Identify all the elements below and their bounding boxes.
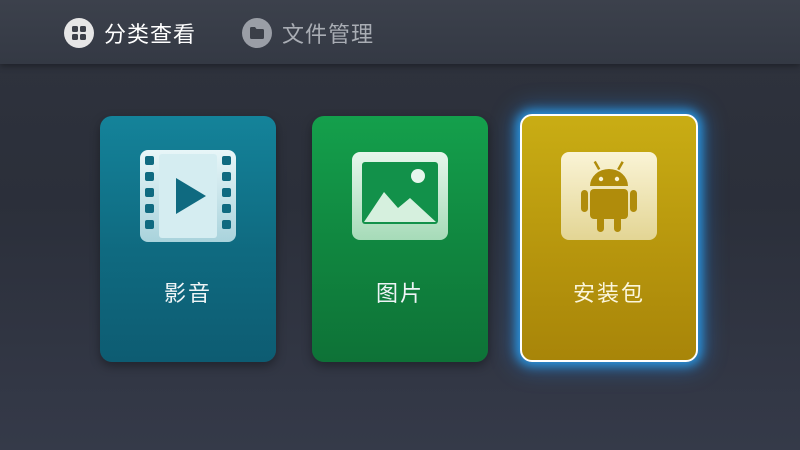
top-tab-bar: 分类查看 文件管理 xyxy=(0,0,800,64)
grid-icon xyxy=(64,18,94,48)
card-video[interactable]: 影音 xyxy=(100,116,276,362)
picture-icon xyxy=(350,146,450,246)
card-photo[interactable]: 图片 xyxy=(312,116,488,362)
film-play-icon xyxy=(138,146,238,246)
android-icon xyxy=(559,146,659,246)
tab-category-view[interactable]: 分类查看 xyxy=(64,16,196,50)
card-video-label: 影音 xyxy=(163,282,212,307)
card-apk-label: 安装包 xyxy=(572,282,645,307)
card-apk-package[interactable]: 安装包 xyxy=(520,114,698,362)
tab-file-manager[interactable]: 文件管理 xyxy=(242,16,374,50)
card-photo-label: 图片 xyxy=(375,282,424,307)
folder-icon xyxy=(242,18,272,48)
tab-category-label: 分类查看 xyxy=(104,23,197,48)
tab-file-manager-label: 文件管理 xyxy=(282,23,375,48)
